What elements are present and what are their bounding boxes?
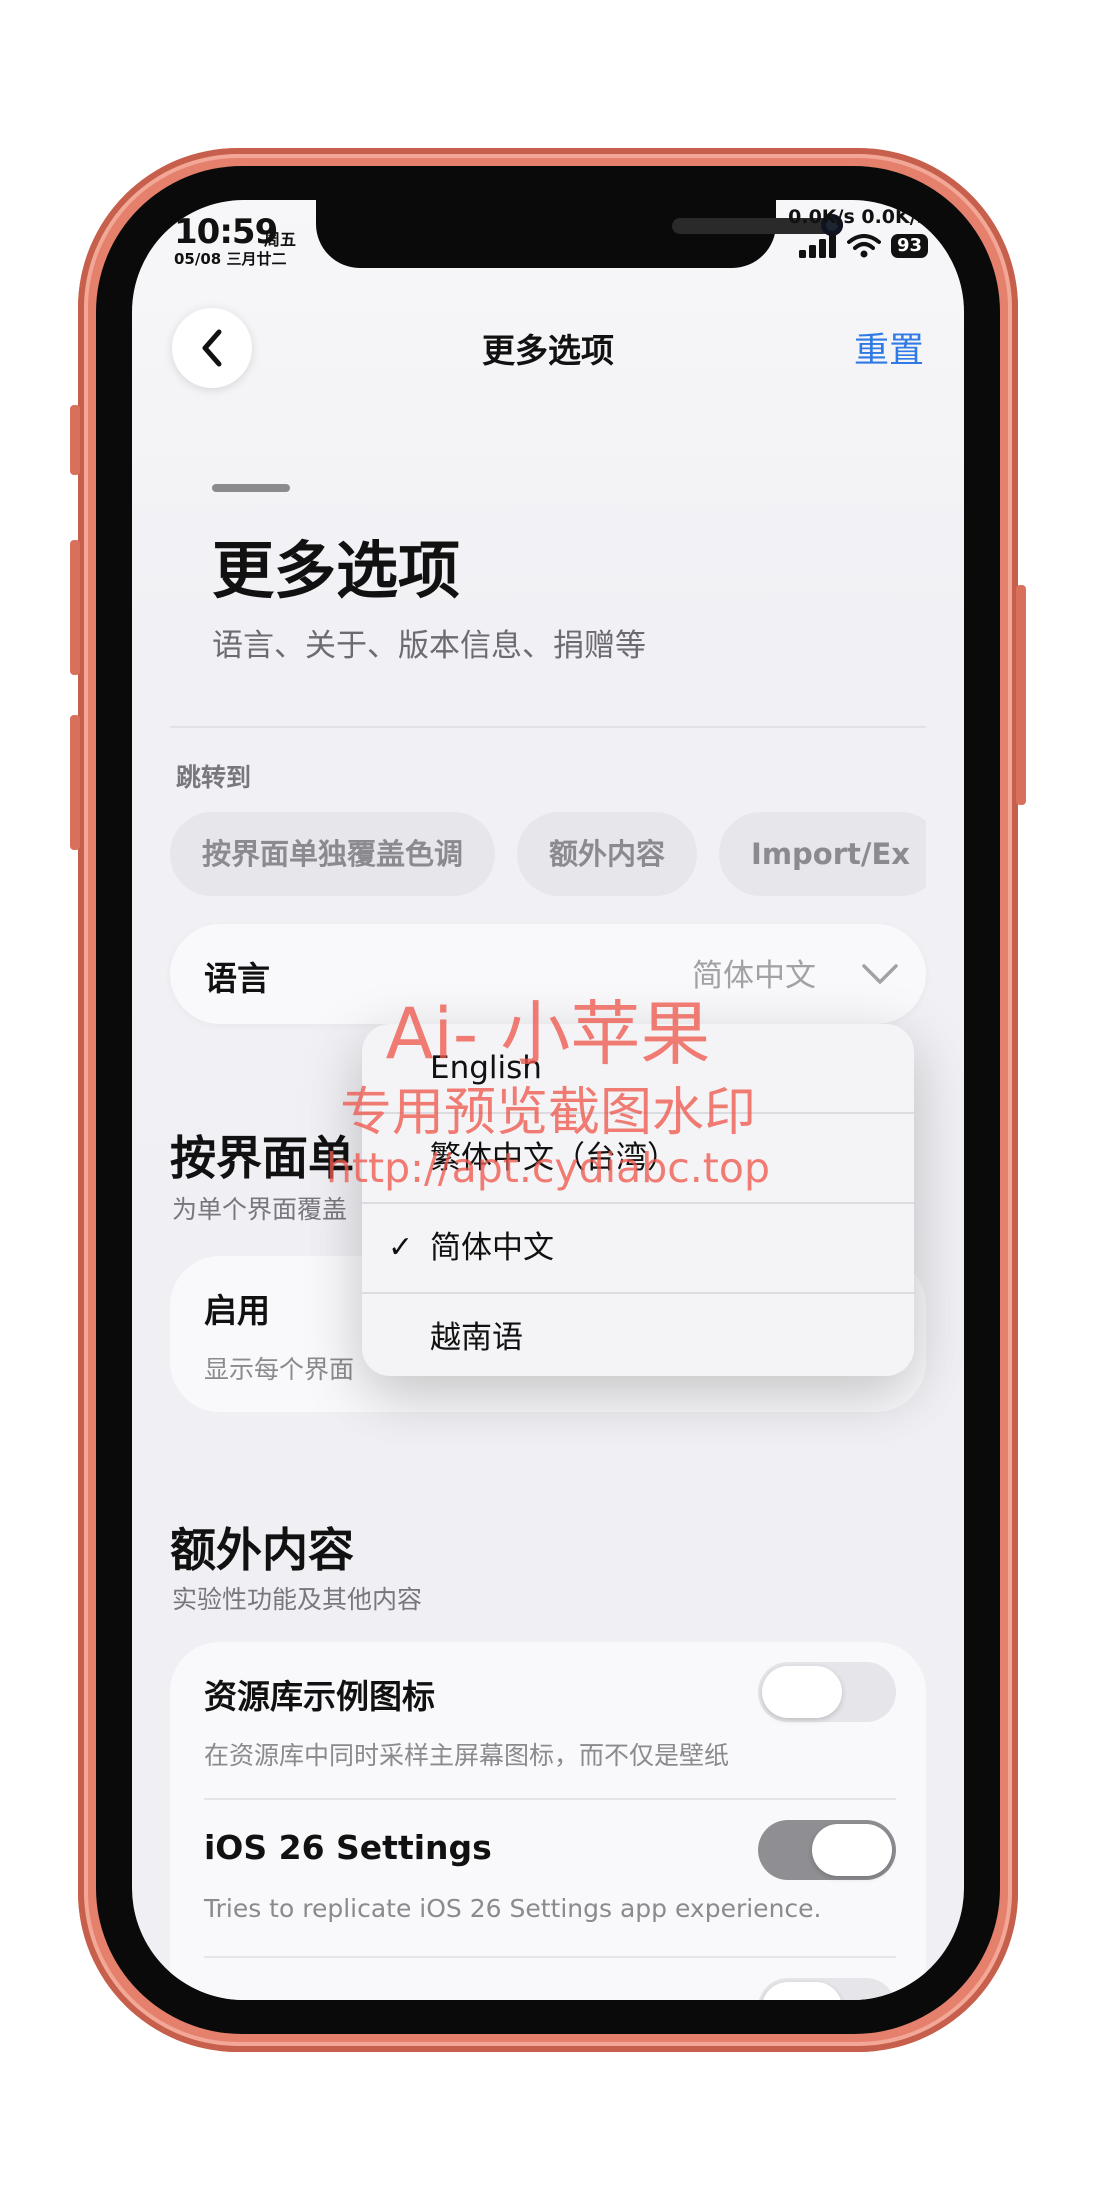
sheet-grabber (212, 484, 290, 492)
checkmark-icon: ✓ (388, 1230, 414, 1265)
ios26-settings-desc: Tries to replicate iOS 26 Settings app e… (204, 1894, 822, 1923)
battery-indicator: 93 (890, 234, 928, 258)
status-date: 05/08 三月廿二 (174, 250, 287, 268)
mute-switch (70, 405, 80, 475)
watermark-line-2: 专用预览截图水印 (339, 1083, 756, 1143)
dropdown-option-vietnamese[interactable]: 越南语 (362, 1294, 914, 1376)
toggle-knob (762, 1982, 842, 2000)
status-weekday: 周五 (264, 230, 297, 249)
row-separator (204, 1956, 896, 1958)
jump-chip-row[interactable]: 按界面单独覆盖色调 额外内容 Import/Ex (170, 812, 926, 896)
status-time: 10:59 (174, 212, 278, 252)
row-separator (204, 1798, 896, 1800)
toggle-knob (812, 1824, 892, 1876)
dropdown-option-label: 越南语 (430, 1320, 523, 1356)
page-title: 更多选项 (212, 534, 461, 607)
volume-up-button (70, 540, 80, 675)
wifi-icon (846, 234, 881, 258)
watermark-line-1: Ai- 小苹果 (385, 993, 711, 1075)
section-extra-title: 额外内容 (170, 1523, 354, 1577)
status-icons: 93 (798, 234, 928, 258)
volume-down-button (70, 715, 80, 850)
status-net-speed: 0.0K/s 0.0K/s (788, 206, 928, 228)
signal-icon (798, 234, 836, 258)
enable-description: 显示每个界面 (204, 1355, 355, 1384)
next-row-toggle[interactable] (758, 1978, 896, 2000)
dropdown-option-label: 简体中文 (430, 1230, 554, 1266)
section-extra-subtitle: 实验性功能及其他内容 (172, 1585, 423, 1614)
watermark-line-3: http://apt.cydiabc.top (326, 1144, 770, 1192)
extra-card: 资源库示例图标 在资源库中同时采样主屏幕图标，而不仅是壁纸 iOS 26 Set… (170, 1642, 926, 2000)
library-icons-toggle[interactable] (758, 1662, 896, 1722)
notch (316, 200, 843, 268)
section-override-subtitle: 为单个界面覆盖 (172, 1195, 348, 1224)
nav-title: 更多选项 (482, 331, 614, 370)
jump-chip-override[interactable]: 按界面单独覆盖色调 (170, 812, 496, 896)
library-icons-title: 资源库示例图标 (204, 1677, 435, 1716)
screen: 10:59 周五 05/08 三月廿二 0.0K/s 0.0K/s 93 更多选… (132, 200, 964, 2000)
jump-to-label: 跳转到 (176, 763, 252, 792)
dropdown-option-simplified-chinese[interactable]: ✓ 简体中文 (362, 1204, 914, 1292)
jump-chip-import[interactable]: Import/Ex (719, 812, 926, 896)
toggle-knob (762, 1666, 842, 1718)
page-subtitle: 语言、关于、版本信息、捐赠等 (212, 628, 646, 664)
power-button (1016, 585, 1026, 805)
ios26-settings-toggle[interactable] (758, 1820, 896, 1880)
jump-chip-extra[interactable]: 额外内容 (517, 812, 698, 896)
enable-label: 启用 (204, 1291, 270, 1330)
ios26-settings-title: iOS 26 Settings (204, 1828, 492, 1867)
divider (170, 726, 926, 728)
library-icons-desc: 在资源库中同时采样主屏幕图标，而不仅是壁纸 (204, 1741, 730, 1770)
reset-button[interactable]: 重置 (854, 322, 924, 373)
